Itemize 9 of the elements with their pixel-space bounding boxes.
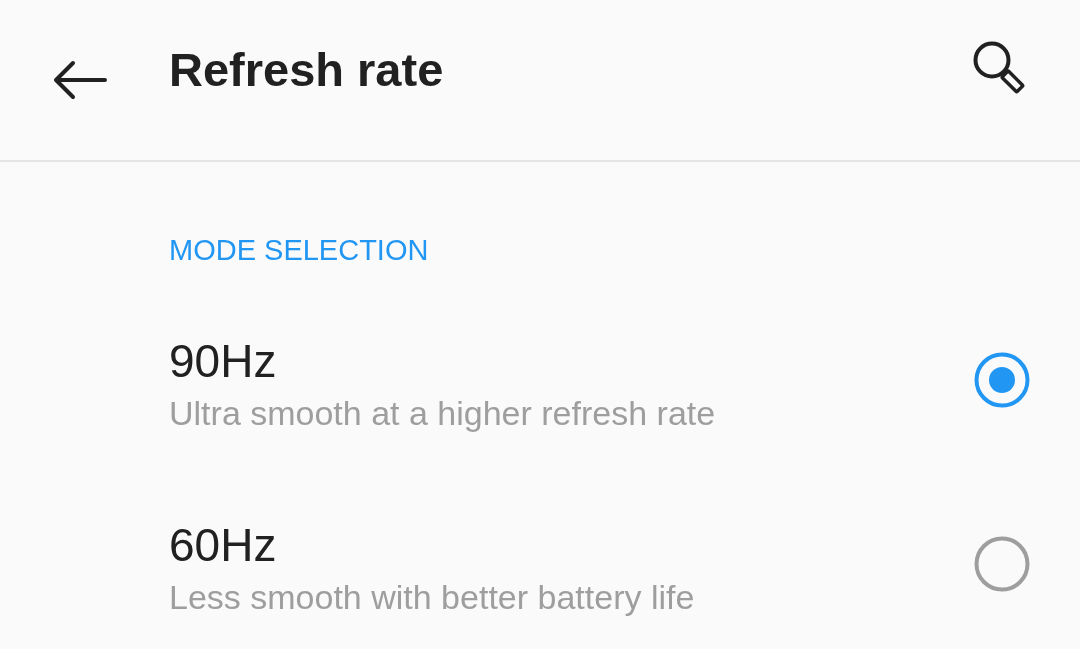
option-title: 60Hz [169,518,277,572]
back-arrow-icon [53,60,107,100]
option-title: 90Hz [169,334,277,388]
option-summary: Ultra smooth at a higher refresh rate [169,393,716,433]
radio-button[interactable] [974,536,1030,592]
radio-button[interactable] [974,352,1030,408]
option-summary: Less smooth with better battery life [169,577,695,617]
section-heading: MODE SELECTION [169,233,429,268]
page-title: Refresh rate [169,42,444,98]
